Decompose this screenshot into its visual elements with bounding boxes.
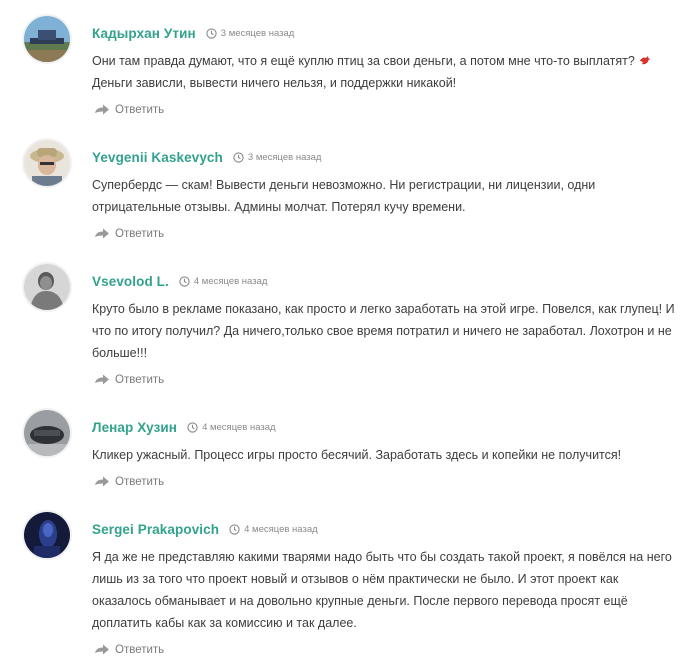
clock-icon: [206, 27, 217, 39]
comment-date[interactable]: 4 месяцев назад: [194, 276, 268, 287]
reply-icon: [95, 228, 109, 240]
comment-line: доплатить кабы как за комиссию и так дал…: [92, 616, 357, 630]
comment-text: Супербердс — скам! Вывести деньги невозм…: [92, 174, 688, 218]
avatar[interactable]: [24, 512, 70, 558]
reply-button[interactable]: Ответить: [95, 474, 164, 490]
reply-button[interactable]: Ответить: [95, 102, 164, 118]
reply-label: Ответить: [115, 228, 165, 240]
comment-line: Круто было в рекламе показано, как прост…: [92, 302, 675, 316]
clock-icon: [187, 421, 198, 433]
comment-text: Кликер ужасный. Процесс игры просто беся…: [92, 444, 688, 466]
comment-line: Супербердс — скам! Вывести деньги невозм…: [92, 178, 596, 192]
comment-author[interactable]: Sergei Prakapovich: [92, 522, 219, 537]
avatar[interactable]: [24, 264, 70, 310]
comment-line: Я да же не представляю какими тварями на…: [92, 550, 672, 564]
bird-icon: [639, 56, 651, 65]
clock-icon: [229, 523, 240, 535]
comment-author[interactable]: Vsevolod L.: [92, 274, 169, 289]
reply-icon: [95, 374, 109, 386]
comment-line: отрицательные отзывы. Админы молчат. Пот…: [92, 200, 466, 214]
comment-date[interactable]: 4 месяцев назад: [244, 524, 318, 535]
comment-author[interactable]: Yevgenii Kaskevych: [92, 150, 223, 165]
comment-text: Я да же не представляю какими тварями на…: [92, 546, 688, 634]
comment-line: лишь из за того что проект новый и отзыв…: [92, 572, 619, 586]
comment-line: оказалось обманывает и на довольно крупн…: [92, 594, 628, 608]
avatar[interactable]: [24, 140, 70, 186]
reply-button[interactable]: Ответить: [95, 642, 164, 658]
comment-text: Они там правда думают, что я ещё куплю п…: [92, 50, 688, 94]
comment-text: Круто было в рекламе показано, как прост…: [92, 298, 688, 364]
avatar[interactable]: [24, 410, 70, 456]
clock-icon: [233, 151, 244, 163]
reply-button[interactable]: Ответить: [95, 226, 164, 242]
comment-line: больше!!!: [92, 346, 148, 360]
reply-icon: [95, 104, 109, 116]
reply-button[interactable]: Ответить: [95, 372, 164, 388]
reply-label: Ответить: [115, 644, 165, 656]
clock-icon: [179, 275, 190, 287]
reply-label: Ответить: [115, 104, 165, 116]
comment-author[interactable]: Ленар Хузин: [92, 420, 177, 435]
reply-label: Ответить: [115, 476, 165, 488]
comment-date[interactable]: 4 месяцев назад: [202, 422, 276, 433]
comment-line: Кликер ужасный. Процесс игры просто беся…: [92, 448, 622, 462]
reply-icon: [95, 476, 109, 488]
comment-date[interactable]: 3 месяцев назад: [221, 28, 295, 39]
comment-date[interactable]: 3 месяцев назад: [248, 152, 322, 163]
reply-icon: [95, 644, 109, 656]
comment-line: что по итогу получил? Да ничего,только с…: [92, 324, 672, 338]
comment-author[interactable]: Кадырхан Утин: [92, 26, 196, 41]
comment-line: Они там правда думают, что я ещё куплю п…: [92, 50, 688, 72]
comment-line: Деньги зависли, вывести ничего нельзя, и…: [92, 76, 457, 90]
reply-label: Ответить: [115, 374, 165, 386]
avatar[interactable]: [24, 16, 70, 62]
